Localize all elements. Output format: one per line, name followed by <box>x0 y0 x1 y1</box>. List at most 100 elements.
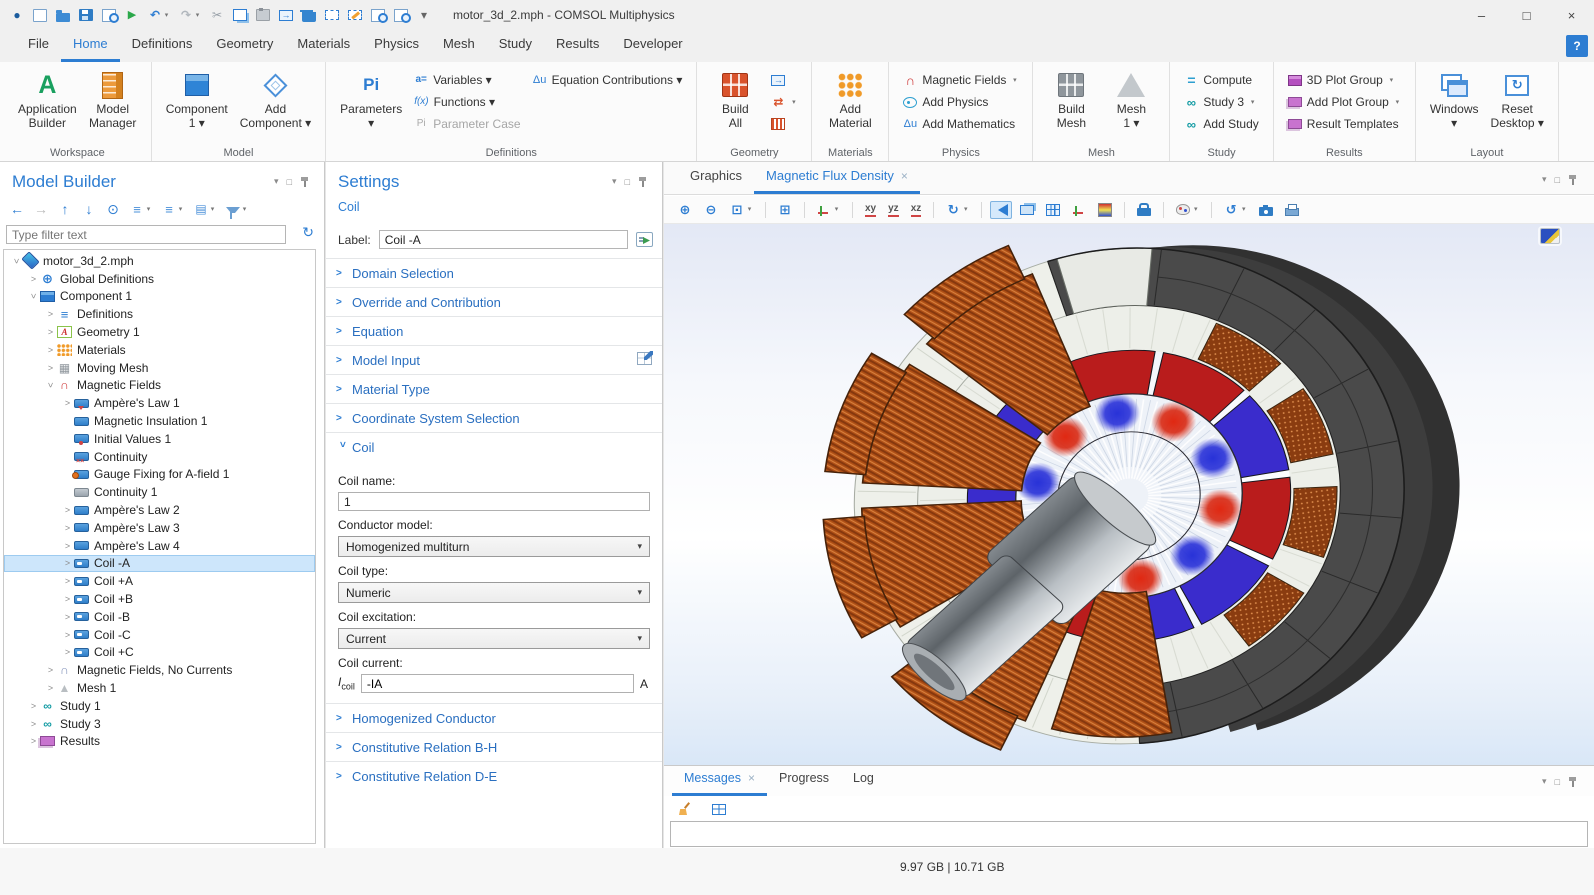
undo-button[interactable]: ↶▾ <box>148 7 170 23</box>
field-select-coil-type[interactable]: Numeric▾ <box>338 582 650 603</box>
tree-item-coil-a[interactable]: >Coil -A <box>4 555 315 573</box>
ribbon-application-builder-button[interactable]: AApplicationBuilder <box>13 67 82 132</box>
ribbon-build-all-button[interactable]: BuildAll <box>706 67 764 132</box>
tree-item-amp-re-s-law-1[interactable]: >Ampère's Law 1 <box>4 394 315 412</box>
pin-panel-icon[interactable] <box>638 177 652 187</box>
twistie-icon[interactable]: > <box>61 612 74 622</box>
twistie-icon[interactable]: > <box>61 594 74 604</box>
print-button[interactable] <box>1281 200 1303 219</box>
menu-tab-file[interactable]: File <box>16 30 61 62</box>
field-select-coil-excitation[interactable]: Current▾ <box>338 628 650 649</box>
twistie-icon[interactable]: > <box>44 327 57 337</box>
pin-panel-icon[interactable] <box>300 177 314 187</box>
tree-item-component-1[interactable]: >Component 1 <box>4 288 315 306</box>
twistie-icon[interactable]: > <box>44 665 57 675</box>
twistie-icon[interactable]: > <box>44 309 57 319</box>
twistie-icon[interactable]: > <box>12 254 22 267</box>
view-yz-button[interactable]: yz <box>884 199 903 220</box>
tree-item-results[interactable]: >Results <box>4 733 315 751</box>
view-xz-button[interactable]: xz <box>907 199 926 220</box>
show-grid-button[interactable] <box>1042 201 1064 219</box>
tree-item-continuity[interactable]: Continuity <box>4 448 315 466</box>
run-button[interactable]: ▶ <box>125 7 139 23</box>
menu-tab-physics[interactable]: Physics <box>362 30 431 62</box>
float-panel-icon[interactable]: □ <box>1555 175 1560 185</box>
tree-item-mesh-1[interactable]: >▲Mesh 1 <box>4 679 315 697</box>
section-homogenized-conductor[interactable]: >Homogenized Conductor <box>326 703 662 732</box>
ribbon-add-component-button[interactable]: AddComponent ▾ <box>235 67 316 132</box>
paste-button[interactable] <box>256 9 270 21</box>
ribbon-build-mesh-button[interactable]: BuildMesh <box>1042 67 1100 132</box>
twistie-icon[interactable]: > <box>27 274 40 284</box>
section-override-and-contribution[interactable]: >Override and Contribution <box>326 287 662 316</box>
rename-icon[interactable] <box>636 232 653 247</box>
menu-tab-results[interactable]: Results <box>544 30 611 62</box>
cut-button[interactable]: ✂ <box>210 7 224 23</box>
section-constitutive-relation-b-h[interactable]: >Constitutive Relation B-H <box>326 732 662 761</box>
menu-tab-definitions[interactable]: Definitions <box>120 30 205 62</box>
application-menu-button[interactable]: ● <box>10 7 24 23</box>
ribbon-model-manager-button[interactable]: ModelManager <box>84 67 142 132</box>
pin-panel-icon[interactable] <box>1568 175 1582 185</box>
customize-toolbar-button[interactable]: ▾ <box>417 7 431 23</box>
ribbon-virtual-operations-button[interactable] <box>766 113 802 135</box>
section-model-input[interactable]: >Model Input <box>326 345 662 374</box>
redo-button[interactable]: ↷▾ <box>179 7 201 23</box>
section-material-type[interactable]: >Material Type <box>326 374 662 403</box>
plot-window-icon[interactable] <box>1540 228 1560 244</box>
messages-tab-progress[interactable]: Progress <box>767 764 841 796</box>
close-tab-icon[interactable]: × <box>901 169 908 183</box>
section-coil[interactable]: >Coil <box>326 432 662 461</box>
ribbon-add-physics-button[interactable]: Add Physics <box>898 91 1023 113</box>
twistie-icon[interactable]: > <box>27 719 40 729</box>
search-results-button[interactable] <box>394 9 408 22</box>
menu-tab-geometry[interactable]: Geometry <box>204 30 285 62</box>
help-button[interactable]: ? <box>1566 35 1588 57</box>
move-down-button[interactable]: ↓ <box>82 201 96 217</box>
twistie-icon[interactable]: > <box>61 647 74 657</box>
expand-all-button[interactable]: ≡▾ <box>130 201 152 217</box>
open-messages-window-button[interactable] <box>708 801 730 818</box>
tree-filter-input[interactable] <box>6 225 286 244</box>
maximize-button[interactable]: □ <box>1504 0 1549 30</box>
zoom-box-button[interactable]: ⊡▾ <box>726 199 757 221</box>
tree-item-geometry-1[interactable]: >AGeometry 1 <box>4 323 315 341</box>
menu-tab-developer[interactable]: Developer <box>611 30 694 62</box>
tree-item-global-definitions[interactable]: >⊕Global Definitions <box>4 270 315 288</box>
tree-item-coil-b[interactable]: >Coil +B <box>4 590 315 608</box>
zoom-out-button[interactable]: ⊖ <box>700 199 722 221</box>
float-panel-icon[interactable]: □ <box>1555 777 1560 787</box>
tree-item-moving-mesh[interactable]: >▦Moving Mesh <box>4 359 315 377</box>
ribbon-variables-button[interactable]: a=Variables ▾ <box>409 69 525 91</box>
field-select-conductor-model[interactable]: Homogenized multiturn▾ <box>338 536 650 557</box>
clear-messages-button[interactable] <box>674 799 696 819</box>
section-constitutive-relation-d-e[interactable]: >Constitutive Relation D-E <box>326 761 662 790</box>
twistie-icon[interactable]: > <box>61 630 74 640</box>
tree-item-motor-3d-2-mph[interactable]: >motor_3d_2.mph <box>4 252 315 270</box>
collapse-all-button[interactable]: ≡▾ <box>162 201 184 217</box>
view-lock-button[interactable] <box>1133 200 1155 219</box>
twistie-icon[interactable]: > <box>61 576 74 586</box>
ribbon-result-templates-button[interactable]: Result Templates <box>1283 113 1406 135</box>
tree-item-magnetic-fields-no-currents[interactable]: >∩Magnetic Fields, No Currents <box>4 661 315 679</box>
view-xy-button[interactable]: xy <box>861 199 880 220</box>
section-coordinate-system-selection[interactable]: >Coordinate System Selection <box>326 403 662 432</box>
twistie-icon[interactable]: > <box>27 736 40 746</box>
ribbon-3d-plot-group-button[interactable]: 3D Plot Group▾ <box>1283 69 1406 91</box>
new-file-button[interactable] <box>33 9 47 22</box>
ribbon-rebuild-geometry-button[interactable]: ⇄▾ <box>766 91 802 113</box>
twistie-icon[interactable]: > <box>61 558 74 568</box>
messages-tab-messages[interactable]: Messages× <box>672 764 767 796</box>
ribbon-mesh-1-button[interactable]: Mesh1 ▾ <box>1102 67 1160 132</box>
filter-tree-button[interactable]: ▾ <box>226 201 248 217</box>
twistie-icon[interactable]: > <box>61 505 74 515</box>
twistie-icon[interactable]: > <box>44 345 57 355</box>
ribbon-functions-button[interactable]: f(x)Functions ▾ <box>409 91 525 113</box>
tree-item-study-3[interactable]: >∞Study 3 <box>4 715 315 733</box>
nav-back-button[interactable]: ← <box>10 201 24 217</box>
ribbon-parameters-button[interactable]: PiParameters▾ <box>335 67 407 132</box>
show-hide-button[interactable]: ⊙ <box>106 201 120 217</box>
twistie-icon[interactable]: > <box>46 379 56 392</box>
ribbon-study-3-button[interactable]: ∞Study 3▾ <box>1179 91 1263 113</box>
refresh-icon[interactable]: ↻ <box>302 224 314 241</box>
